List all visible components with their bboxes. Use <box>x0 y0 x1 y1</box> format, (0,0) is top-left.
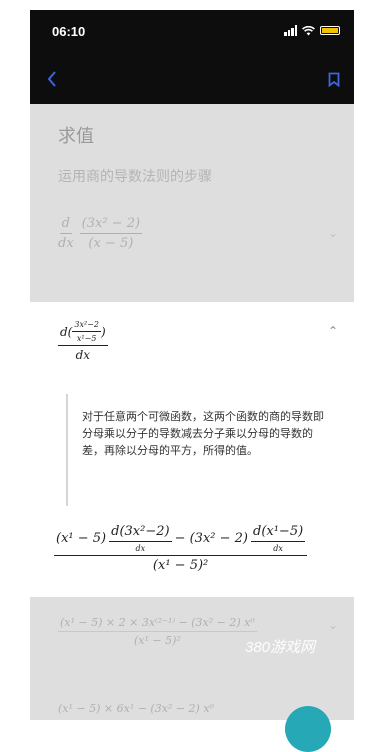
card-header-fraction: d( 3x²−2 x¹−5 ) dx <box>58 320 108 362</box>
signal-icon <box>284 25 297 36</box>
formula-numerator: (x¹ − 5) d(3x²−2) dx − (3x² − 2) d(x¹−5)… <box>54 524 308 556</box>
battery-icon <box>320 26 340 35</box>
bookmark-button[interactable] <box>328 72 340 91</box>
card-header-numerator: d( 3x²−2 x¹−5 ) <box>58 320 108 346</box>
status-time: 06:10 <box>52 24 86 39</box>
step-4-expression[interactable]: (x¹ − 5) × 6x¹ − (3x² − 2) x⁰ <box>58 702 214 715</box>
rule-explanation-text: 对于任意两个可微函数，这两个函数的商的导数即分母乘以分子的导数减去分子乘以分母的… <box>82 410 324 457</box>
wifi-icon <box>302 25 315 35</box>
bookmark-icon <box>328 72 340 88</box>
chevron-down-icon[interactable]: ⌄ <box>328 618 338 632</box>
formula-derivative-2: d(x¹−5) dx <box>251 524 306 553</box>
quotient-rule-formula: (x¹ − 5) d(3x²−2) dx − (3x² − 2) d(x¹−5)… <box>54 524 308 573</box>
chevron-down-icon[interactable]: ⌄ <box>328 226 338 240</box>
status-bar: 06:10 <box>30 10 354 58</box>
solution-content: 求值 运用商的导数法则的步骤 d dx (3x² − 2) (x − 5) ⌄ … <box>30 104 354 720</box>
formula-derivative-1: d(3x²−2) dx <box>109 524 172 553</box>
expanded-step-card: d( 3x²−2 x¹−5 ) dx ⌃ 对于任意两个可微函数，这两个函数的商的… <box>30 302 354 597</box>
page-title: 求值 <box>58 126 94 147</box>
floating-action-button[interactable] <box>285 706 331 752</box>
formula-fraction: (x¹ − 5) d(3x²−2) dx − (3x² − 2) d(x¹−5)… <box>54 524 308 573</box>
back-button[interactable] <box>46 66 58 95</box>
card-header-inner-fraction: 3x²−2 x¹−5 <box>72 320 101 343</box>
watermark: 380游戏网 <box>245 639 316 656</box>
page-subtitle: 运用商的导数法则的步骤 <box>58 169 212 185</box>
quotient-expression: (3x² − 2) (x − 5) <box>79 216 143 251</box>
chevron-up-icon[interactable]: ⌃ <box>328 324 338 338</box>
derivative-operator: d dx <box>58 216 74 251</box>
rule-explanation: 对于任意两个可微函数，这两个函数的商的导数即分母乘以分子的导数减去分子乘以分母的… <box>66 394 330 506</box>
step-1-expression[interactable]: d dx (3x² − 2) (x − 5) <box>58 216 143 251</box>
step-3-expression[interactable]: (x¹ − 5) × 2 × 3x⁽²⁻¹⁾ − (3x² − 2) x⁰ (x… <box>58 616 257 647</box>
nav-bar <box>30 58 354 104</box>
phone-screen: 06:10 求值 运用商的导数法则的步骤 d dx (3x² − 2) (x −… <box>30 10 354 720</box>
card-header-expression[interactable]: d( 3x²−2 x¹−5 ) dx <box>58 320 108 362</box>
chevron-left-icon <box>47 71 56 87</box>
status-icons <box>284 25 340 36</box>
step-3-fraction: (x¹ − 5) × 2 × 3x⁽²⁻¹⁾ − (3x² − 2) x⁰ (x… <box>58 616 257 647</box>
